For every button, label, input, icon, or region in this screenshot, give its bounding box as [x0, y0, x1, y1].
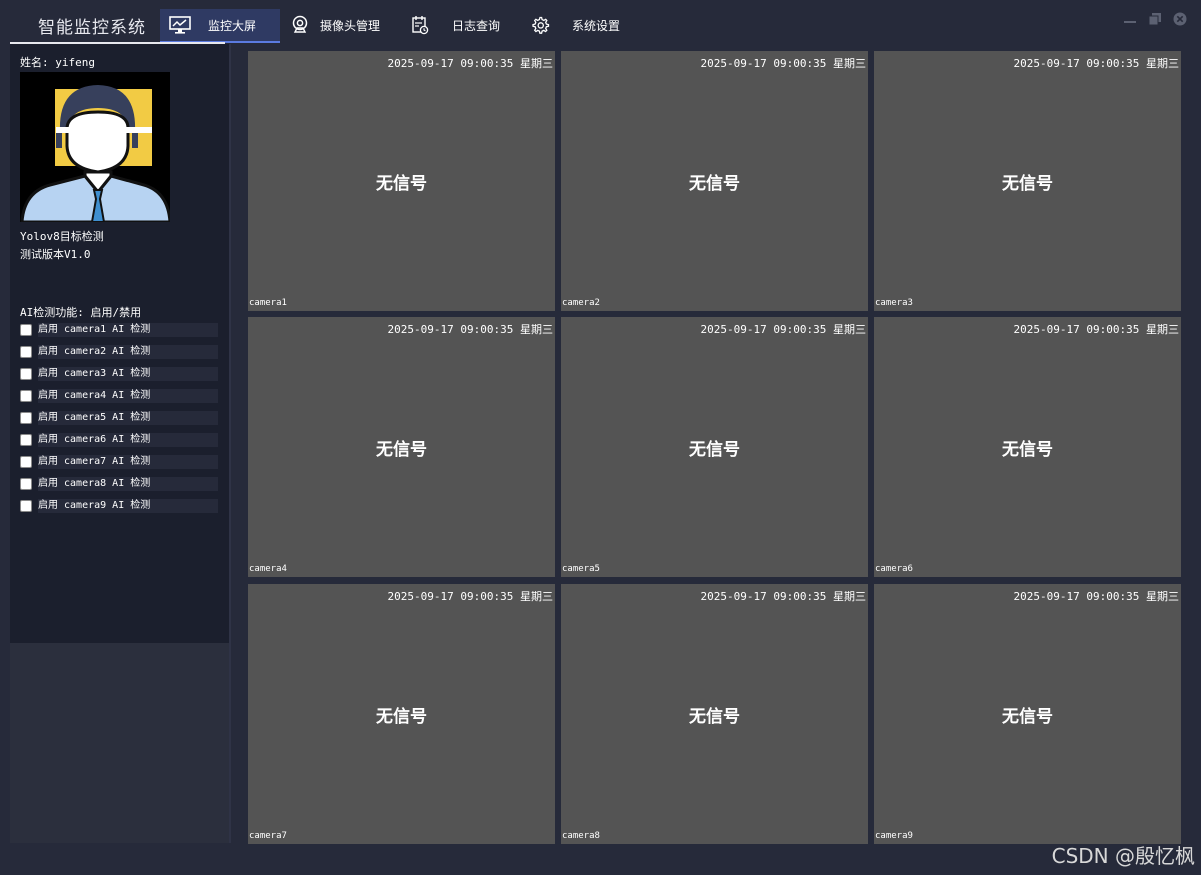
gear-icon: [528, 14, 552, 36]
camera-timestamp: 2025-09-17 09:00:35 星期三: [1013, 323, 1179, 336]
checkbox[interactable]: [20, 368, 32, 380]
camera-tile-3[interactable]: 2025-09-17 09:00:35 星期三 无信号 camera3: [874, 51, 1181, 311]
camera-name: camera6: [875, 564, 913, 574]
camera-name: camera7: [249, 831, 287, 841]
minimize-icon[interactable]: [1123, 12, 1137, 26]
no-signal-text: 无信号: [376, 707, 427, 727]
no-signal-text: 无信号: [689, 440, 740, 460]
sidebar-bottom-panel: [10, 643, 229, 843]
ai-toggle-camera4[interactable]: 启用 camera4 AI 检测: [20, 388, 218, 404]
user-name: 姓名: yifeng: [20, 56, 95, 69]
no-signal-text: 无信号: [376, 440, 427, 460]
ai-toggle-label: 启用 camera3 AI 检测: [38, 367, 218, 381]
ai-toggle-label: 启用 camera6 AI 检测: [38, 433, 218, 447]
sidebar-divider: [10, 42, 225, 44]
camera-name: camera5: [562, 564, 600, 574]
ai-toggle-label: 启用 camera1 AI 检测: [38, 323, 218, 337]
camera-timestamp: 2025-09-17 09:00:35 星期三: [1013, 590, 1179, 603]
no-signal-text: 无信号: [376, 174, 427, 194]
tab-monitor-screen[interactable]: 监控大屏: [160, 9, 280, 43]
tab-camera-management[interactable]: 摄像头管理: [288, 9, 380, 41]
checkbox[interactable]: [20, 478, 32, 490]
ai-toggle-camera8[interactable]: 启用 camera8 AI 检测: [20, 476, 218, 492]
ai-toggle-camera2[interactable]: 启用 camera2 AI 检测: [20, 344, 218, 360]
ai-toggle-camera9[interactable]: 启用 camera9 AI 检测: [20, 498, 218, 514]
tab-system-settings[interactable]: 系统设置: [528, 9, 620, 41]
ai-toggle-label: 启用 camera5 AI 检测: [38, 411, 218, 425]
camera-timestamp: 2025-09-17 09:00:35 星期三: [700, 323, 866, 336]
camera-tile-7[interactable]: 2025-09-17 09:00:35 星期三 无信号 camera7: [248, 584, 555, 844]
checkbox[interactable]: [20, 434, 32, 446]
tab-label: 日志查询: [452, 18, 501, 33]
ai-toggle-camera1[interactable]: 启用 camera1 AI 检测: [20, 322, 218, 338]
camera-timestamp: 2025-09-17 09:00:35 星期三: [1013, 57, 1179, 70]
ai-toggle-camera5[interactable]: 启用 camera5 AI 检测: [20, 410, 218, 426]
camera-timestamp: 2025-09-17 09:00:35 星期三: [387, 590, 553, 603]
ai-toggle-camera6[interactable]: 启用 camera6 AI 检测: [20, 432, 218, 448]
ai-detection-title: AI检测功能: 启用/禁用: [20, 306, 142, 319]
ai-toggle-camera3[interactable]: 启用 camera3 AI 检测: [20, 366, 218, 382]
ai-toggle-label: 启用 camera4 AI 检测: [38, 389, 218, 403]
info-line-version: 测试版本V1.0: [20, 248, 91, 261]
camera-tile-2[interactable]: 2025-09-17 09:00:35 星期三 无信号 camera2: [561, 51, 868, 311]
ai-toggle-label: 启用 camera8 AI 检测: [38, 477, 218, 491]
no-signal-text: 无信号: [1002, 440, 1053, 460]
checkbox[interactable]: [20, 390, 32, 402]
checkbox[interactable]: [20, 324, 32, 336]
ai-toggle-label: 启用 camera2 AI 检测: [38, 345, 218, 359]
ai-toggle-label: 启用 camera7 AI 检测: [38, 455, 218, 469]
camera-tile-1[interactable]: 2025-09-17 09:00:35 星期三 无信号 camera1: [248, 51, 555, 311]
camera-name: camera9: [875, 831, 913, 841]
no-signal-text: 无信号: [689, 174, 740, 194]
tab-log-query[interactable]: 日志查询: [408, 9, 500, 41]
monitor-chart-icon: [168, 14, 192, 36]
camera-timestamp: 2025-09-17 09:00:35 星期三: [700, 590, 866, 603]
watermark: CSDN @殷忆枫: [1051, 844, 1195, 868]
tab-label: 摄像头管理: [320, 18, 381, 33]
no-signal-text: 无信号: [689, 707, 740, 727]
camera-tile-4[interactable]: 2025-09-17 09:00:35 星期三 无信号 camera4: [248, 317, 555, 577]
camera-timestamp: 2025-09-17 09:00:35 星期三: [387, 57, 553, 70]
ai-toggle-label: 启用 camera9 AI 检测: [38, 499, 218, 513]
user-avatar-icon: [20, 72, 172, 224]
close-icon[interactable]: [1173, 12, 1187, 26]
camera-name: camera4: [249, 564, 287, 574]
camera-name: camera3: [875, 298, 913, 308]
checkbox[interactable]: [20, 412, 32, 424]
camera-timestamp: 2025-09-17 09:00:35 星期三: [387, 323, 553, 336]
tab-label: 系统设置: [572, 18, 621, 33]
app-title: 智能监控系统: [38, 18, 146, 38]
camera-tile-5[interactable]: 2025-09-17 09:00:35 星期三 无信号 camera5: [561, 317, 868, 577]
info-line-model: Yolov8目标检测: [20, 230, 104, 243]
ai-toggle-camera7[interactable]: 启用 camera7 AI 检测: [20, 454, 218, 470]
camera-tile-6[interactable]: 2025-09-17 09:00:35 星期三 无信号 camera6: [874, 317, 1181, 577]
camera-name: camera8: [562, 831, 600, 841]
checkbox[interactable]: [20, 500, 32, 512]
camera-name: camera1: [249, 298, 287, 308]
no-signal-text: 无信号: [1002, 707, 1053, 727]
camera-tile-8[interactable]: 2025-09-17 09:00:35 星期三 无信号 camera8: [561, 584, 868, 844]
checkbox[interactable]: [20, 456, 32, 468]
webcam-icon: [288, 14, 312, 36]
sidebar-border: [229, 44, 231, 843]
title-bar: 智能监控系统 监控大屏 摄像头管理 日志查询 系统设置: [0, 0, 1201, 44]
camera-timestamp: 2025-09-17 09:00:35 星期三: [700, 57, 866, 70]
tab-label: 监控大屏: [208, 18, 257, 33]
checkbox[interactable]: [20, 346, 32, 358]
log-calendar-icon: [408, 14, 432, 36]
no-signal-text: 无信号: [1002, 174, 1053, 194]
camera-tile-9[interactable]: 2025-09-17 09:00:35 星期三 无信号 camera9: [874, 584, 1181, 844]
restore-icon[interactable]: [1148, 12, 1162, 26]
camera-name: camera2: [562, 298, 600, 308]
